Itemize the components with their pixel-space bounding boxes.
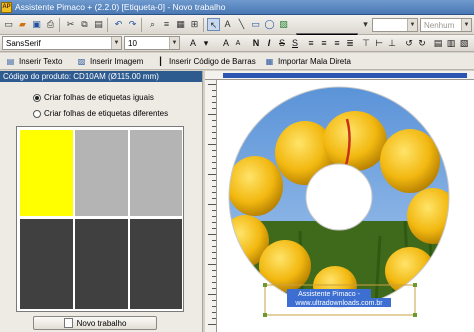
- shadow-select[interactable]: Nenhum ▼: [420, 18, 472, 32]
- barcode-icon: ┃: [158, 57, 163, 66]
- radio-same-sheets[interactable]: Criar folhas de etiquetas iguais: [33, 93, 154, 102]
- font-family-select[interactable]: SansSerif ▼: [2, 36, 122, 50]
- toolbar-separator: [141, 18, 142, 32]
- underline-button[interactable]: S: [289, 37, 301, 50]
- strikethrough-button[interactable]: S: [276, 37, 288, 50]
- line-style-select[interactable]: ▼: [372, 18, 418, 32]
- product-code-bar: Código do produto: CD10AM (Ø115.00 mm): [0, 71, 202, 82]
- paste-icon[interactable]: ▤: [92, 18, 105, 31]
- font-size-select[interactable]: 10 ▼: [124, 36, 180, 50]
- design-canvas[interactable]: Assistente Pimaco - www.ultradownloads.c…: [205, 71, 474, 332]
- rectangle-tool-icon[interactable]: ▭: [249, 18, 262, 31]
- bring-front-icon[interactable]: ▤: [432, 37, 444, 50]
- insert-text-label: Inserir Texto: [19, 57, 63, 66]
- ellipse-tool-icon[interactable]: ◯: [263, 18, 276, 31]
- shadow-select-value: Nenhum: [424, 21, 455, 30]
- layers-icon[interactable]: ▦: [174, 18, 187, 31]
- grid-icon[interactable]: ⊞: [188, 18, 201, 31]
- toolbar-separator: [59, 18, 60, 32]
- align-left-icon[interactable]: ≡: [305, 37, 317, 50]
- insert-text-button[interactable]: ▤ Inserir Texto: [5, 55, 63, 68]
- sheet-cell[interactable]: [130, 219, 182, 309]
- sheet-cell[interactable]: [20, 130, 73, 216]
- font-size-value: 10: [128, 39, 137, 48]
- font-larger-icon[interactable]: A: [220, 37, 232, 50]
- cut-icon[interactable]: ✂: [64, 18, 77, 31]
- title-bar: AP Assistente Pimaco + (2.2.0) [Etiqueta…: [0, 0, 474, 15]
- toolbar-separator: [203, 18, 204, 32]
- label-sheet-preview: [16, 126, 184, 312]
- print-icon[interactable]: ⎙: [44, 18, 57, 31]
- resize-handle[interactable]: [263, 283, 267, 287]
- chevron-down-icon: ▼: [111, 37, 121, 49]
- line-tool-icon[interactable]: ╲: [235, 18, 248, 31]
- save-icon[interactable]: ▣: [30, 18, 43, 31]
- app-logo-icon: AP: [1, 2, 12, 13]
- font-smaller-icon[interactable]: A: [232, 37, 244, 50]
- sheet-cell[interactable]: [20, 219, 73, 309]
- font-family-value: SansSerif: [6, 39, 41, 48]
- text-color-icon[interactable]: A: [187, 37, 199, 50]
- insert-image-button[interactable]: ▨ Inserir Imagem: [76, 55, 144, 68]
- chevron-down-icon: ▼: [461, 19, 471, 31]
- open-folder-icon[interactable]: ▰: [16, 18, 29, 31]
- highlight-icon[interactable]: ▾: [200, 37, 212, 50]
- image-icon: ▨: [77, 57, 86, 66]
- new-doc-icon: [63, 318, 73, 328]
- import-mail-merge-label: Importar Mala Direta: [278, 57, 351, 66]
- cd-center-hole[interactable]: [305, 163, 373, 231]
- insert-barcode-button[interactable]: ┃ Inserir Código de Barras: [155, 55, 256, 68]
- rotate-left-icon[interactable]: ↺: [403, 37, 415, 50]
- resize-handle[interactable]: [413, 313, 417, 317]
- radio-different-sheets-label: Criar folhas de etiquetas diferentes: [44, 109, 169, 118]
- window-title: Assistente Pimaco + (2.2.0) [Etiqueta-0]…: [15, 2, 226, 12]
- resize-handle[interactable]: [413, 283, 417, 287]
- redo-icon[interactable]: ↷: [126, 18, 139, 31]
- label-text-line2[interactable]: www.ultradownloads.com.br: [294, 300, 383, 307]
- cd-label-svg: Assistente Pimaco - www.ultradownloads.c…: [228, 86, 450, 317]
- valign-middle-icon[interactable]: ⊢: [373, 37, 385, 50]
- radio-same-sheets-label: Criar folhas de etiquetas iguais: [44, 93, 154, 102]
- italic-button[interactable]: I: [263, 37, 275, 50]
- select-pointer-icon[interactable]: ↖: [207, 18, 220, 31]
- valign-bottom-icon[interactable]: ⊥: [386, 37, 398, 50]
- radio-button[interactable]: [33, 93, 41, 102]
- align-justify-icon[interactable]: ≣: [344, 37, 356, 50]
- sheet-cell[interactable]: [130, 130, 182, 216]
- chevron-down-icon: ▼: [407, 19, 417, 31]
- label-text-line1[interactable]: Assistente Pimaco -: [298, 291, 361, 298]
- align-center-icon[interactable]: ≡: [318, 37, 330, 50]
- text-tool-icon[interactable]: A: [221, 18, 234, 31]
- align-right-icon[interactable]: ≡: [331, 37, 343, 50]
- text-icon: ▤: [6, 57, 15, 66]
- chevron-down-icon[interactable]: ▾: [359, 18, 372, 31]
- radio-button[interactable]: [33, 109, 41, 118]
- rotate-right-icon[interactable]: ↻: [416, 37, 428, 50]
- insert-barcode-label: Inserir Código de Barras: [169, 57, 256, 66]
- insert-image-label: Inserir Imagem: [90, 57, 144, 66]
- table-icon: ▦: [265, 57, 274, 66]
- product-code-text: Código do produto: CD10AM (Ø115.00 mm): [3, 72, 159, 81]
- copy-icon[interactable]: ⧉: [78, 18, 91, 31]
- insert-actions-bar: ▤ Inserir Texto ▨ Inserir Imagem ┃ Inser…: [0, 53, 474, 70]
- image-tool-icon[interactable]: ▨: [277, 18, 290, 31]
- toolbar-separator: [107, 18, 108, 32]
- undo-icon[interactable]: ↶: [112, 18, 125, 31]
- import-mail-merge-button[interactable]: ▦ Importar Mala Direta: [264, 55, 351, 68]
- align-icon[interactable]: ≡: [160, 18, 173, 31]
- sheet-cell[interactable]: [75, 219, 128, 309]
- radio-different-sheets[interactable]: Criar folhas de etiquetas diferentes: [33, 109, 168, 118]
- new-job-label: Novo trabalho: [76, 318, 127, 328]
- new-job-button[interactable]: Novo trabalho: [33, 316, 157, 330]
- main-toolbar: ▭ ▰ ▣ ⎙ ✂ ⧉ ▤ ↶ ↷ ⌕ ≡ ▦ ⊞ ↖ A ╲ ▭ ◯ ▨ ▾ …: [0, 15, 474, 47]
- valign-top-icon[interactable]: ⊤: [360, 37, 372, 50]
- bold-button[interactable]: N: [250, 37, 262, 50]
- new-doc-icon[interactable]: ▭: [2, 18, 15, 31]
- send-back-icon[interactable]: ▥: [445, 37, 457, 50]
- resize-handle[interactable]: [263, 313, 267, 317]
- group-icon[interactable]: ▧: [458, 37, 470, 50]
- sheet-cell[interactable]: [75, 130, 128, 216]
- zoom-icon[interactable]: ⌕: [146, 18, 159, 31]
- chevron-down-icon: ▼: [169, 37, 179, 49]
